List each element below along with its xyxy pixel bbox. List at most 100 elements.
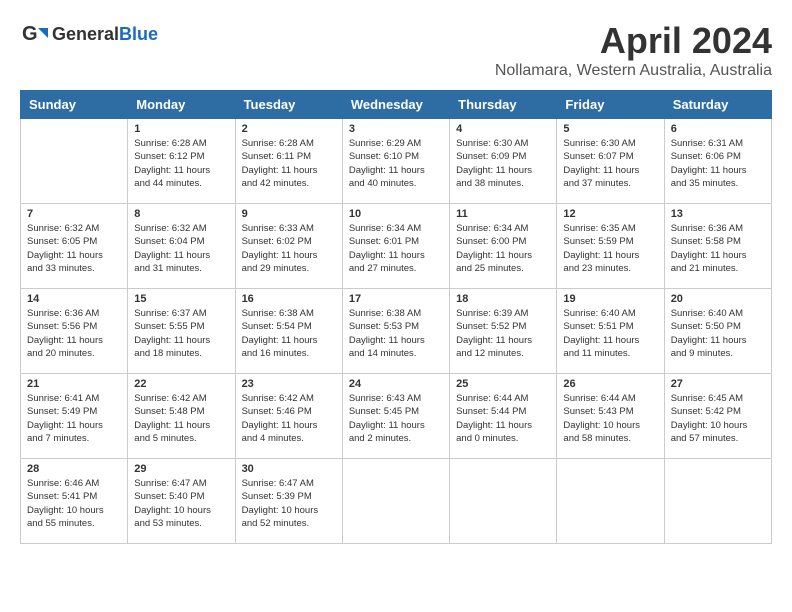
day-info: Sunrise: 6:44 AM Sunset: 5:43 PM Dayligh… <box>563 392 657 445</box>
calendar-cell: 20 Sunrise: 6:40 AM Sunset: 5:50 PM Dayli… <box>664 289 771 374</box>
weekday-header: Tuesday <box>235 91 342 119</box>
week-row: 7Sunrise: 6:32 AM Sunset: 6:05 PM Daylig… <box>21 204 772 289</box>
day-info: Sunrise: 6:29 AM Sunset: 6:10 PM Dayligh… <box>349 137 443 190</box>
day-info: Sunrise: 6:41 AM Sunset: 5:49 PM Dayligh… <box>27 392 121 445</box>
calendar-cell: 23 Sunrise: 6:42 AM Sunset: 5:46 PM Dayli… <box>235 374 342 459</box>
day-number: 9 <box>242 208 336 220</box>
day-number: 27 <box>671 378 765 390</box>
day-info: Sunrise: 6:34 AM Sunset: 6:01 PM Dayligh… <box>349 222 443 275</box>
day-number: 6 <box>671 123 765 135</box>
calendar-cell <box>21 119 128 204</box>
calendar-cell: 19Sunrise: 6:40 AM Sunset: 5:51 PM Dayli… <box>557 289 664 374</box>
calendar-cell <box>342 459 449 544</box>
day-info: Sunrise: 6:34 AM Sunset: 6:00 PM Dayligh… <box>456 222 550 275</box>
calendar-cell: 3Sunrise: 6:29 AM Sunset: 6:10 PM Daylig… <box>342 119 449 204</box>
day-info: Sunrise: 6:47 AM Sunset: 5:39 PM Dayligh… <box>242 477 336 530</box>
day-number: 5 <box>563 123 657 135</box>
day-number: 13 <box>671 208 765 220</box>
day-number: 15 <box>134 293 228 305</box>
calendar-cell: 12 Sunrise: 6:35 AM Sunset: 5:59 PM Dayli… <box>557 204 664 289</box>
calendar-cell: 24Sunrise: 6:43 AM Sunset: 5:45 PM Dayli… <box>342 374 449 459</box>
calendar-cell: 4Sunrise: 6:30 AM Sunset: 6:09 PM Daylig… <box>450 119 557 204</box>
day-number: 14 <box>27 293 121 305</box>
day-number: 10 <box>349 208 443 220</box>
logo: G GeneralBlue <box>20 20 158 48</box>
day-info: Sunrise: 6:40 AM Sunset: 5:51 PM Dayligh… <box>563 307 657 360</box>
day-info: Sunrise: 6:30 AM Sunset: 6:07 PM Dayligh… <box>563 137 657 190</box>
calendar-cell <box>450 459 557 544</box>
month-title: April 2024 <box>495 20 772 62</box>
calendar-cell: 1Sunrise: 6:28 AM Sunset: 6:12 PM Daylig… <box>128 119 235 204</box>
logo-icon: G <box>20 20 48 48</box>
logo-general-text: General <box>52 24 119 44</box>
day-number: 24 <box>349 378 443 390</box>
day-info: Sunrise: 6:37 AM Sunset: 5:55 PM Dayligh… <box>134 307 228 360</box>
calendar-cell: 17 Sunrise: 6:38 AM Sunset: 5:53 PM Dayli… <box>342 289 449 374</box>
day-number: 12 <box>563 208 657 220</box>
day-number: 26 <box>563 378 657 390</box>
title-section: April 2024 Nollamara, Western Australia,… <box>495 20 772 80</box>
day-number: 23 <box>242 378 336 390</box>
calendar-cell: 29 Sunrise: 6:47 AM Sunset: 5:40 PM Dayli… <box>128 459 235 544</box>
day-number: 25 <box>456 378 550 390</box>
calendar-cell: 13 Sunrise: 6:36 AM Sunset: 5:58 PM Dayli… <box>664 204 771 289</box>
day-number: 7 <box>27 208 121 220</box>
calendar-cell: 2 Sunrise: 6:28 AM Sunset: 6:11 PM Daylig… <box>235 119 342 204</box>
day-info: Sunrise: 6:36 AM Sunset: 5:58 PM Dayligh… <box>671 222 765 275</box>
calendar-cell: 21 Sunrise: 6:41 AM Sunset: 5:49 PM Dayli… <box>21 374 128 459</box>
page-header: G GeneralBlue April 2024 Nollamara, West… <box>20 20 772 80</box>
day-number: 2 <box>242 123 336 135</box>
calendar-cell: 14 Sunrise: 6:36 AM Sunset: 5:56 PM Dayli… <box>21 289 128 374</box>
week-row: 21 Sunrise: 6:41 AM Sunset: 5:49 PM Dayli… <box>21 374 772 459</box>
day-number: 17 <box>349 293 443 305</box>
week-row: 28Sunrise: 6:46 AM Sunset: 5:41 PM Dayli… <box>21 459 772 544</box>
day-number: 8 <box>134 208 228 220</box>
day-info: Sunrise: 6:44 AM Sunset: 5:44 PM Dayligh… <box>456 392 550 445</box>
calendar-cell: 30 Sunrise: 6:47 AM Sunset: 5:39 PM Dayli… <box>235 459 342 544</box>
logo-blue-text: Blue <box>119 24 158 44</box>
weekday-header: Monday <box>128 91 235 119</box>
day-number: 29 <box>134 463 228 475</box>
calendar-cell: 8 Sunrise: 6:32 AM Sunset: 6:04 PM Daylig… <box>128 204 235 289</box>
weekday-header: Wednesday <box>342 91 449 119</box>
day-info: Sunrise: 6:40 AM Sunset: 5:50 PM Dayligh… <box>671 307 765 360</box>
weekday-header: Saturday <box>664 91 771 119</box>
day-info: Sunrise: 6:38 AM Sunset: 5:54 PM Dayligh… <box>242 307 336 360</box>
weekday-header: Friday <box>557 91 664 119</box>
calendar-cell: 27 Sunrise: 6:45 AM Sunset: 5:42 PM Dayli… <box>664 374 771 459</box>
day-info: Sunrise: 6:42 AM Sunset: 5:46 PM Dayligh… <box>242 392 336 445</box>
calendar-cell: 11 Sunrise: 6:34 AM Sunset: 6:00 PM Dayli… <box>450 204 557 289</box>
day-number: 21 <box>27 378 121 390</box>
calendar-cell: 15 Sunrise: 6:37 AM Sunset: 5:55 PM Dayli… <box>128 289 235 374</box>
day-info: Sunrise: 6:28 AM Sunset: 6:12 PM Dayligh… <box>134 137 228 190</box>
calendar-cell: 18Sunrise: 6:39 AM Sunset: 5:52 PM Dayli… <box>450 289 557 374</box>
calendar-cell: 28Sunrise: 6:46 AM Sunset: 5:41 PM Dayli… <box>21 459 128 544</box>
calendar-cell: 22Sunrise: 6:42 AM Sunset: 5:48 PM Dayli… <box>128 374 235 459</box>
week-row: 14 Sunrise: 6:36 AM Sunset: 5:56 PM Dayli… <box>21 289 772 374</box>
calendar-table: SundayMondayTuesdayWednesdayThursdayFrid… <box>20 90 772 544</box>
day-info: Sunrise: 6:36 AM Sunset: 5:56 PM Dayligh… <box>27 307 121 360</box>
day-info: Sunrise: 6:35 AM Sunset: 5:59 PM Dayligh… <box>563 222 657 275</box>
weekday-header: Sunday <box>21 91 128 119</box>
day-number: 30 <box>242 463 336 475</box>
day-info: Sunrise: 6:28 AM Sunset: 6:11 PM Dayligh… <box>242 137 336 190</box>
day-number: 16 <box>242 293 336 305</box>
week-row: 1Sunrise: 6:28 AM Sunset: 6:12 PM Daylig… <box>21 119 772 204</box>
day-info: Sunrise: 6:33 AM Sunset: 6:02 PM Dayligh… <box>242 222 336 275</box>
calendar-cell <box>664 459 771 544</box>
day-number: 20 <box>671 293 765 305</box>
calendar-cell: 7Sunrise: 6:32 AM Sunset: 6:05 PM Daylig… <box>21 204 128 289</box>
day-number: 28 <box>27 463 121 475</box>
day-info: Sunrise: 6:38 AM Sunset: 5:53 PM Dayligh… <box>349 307 443 360</box>
day-number: 22 <box>134 378 228 390</box>
day-info: Sunrise: 6:32 AM Sunset: 6:04 PM Dayligh… <box>134 222 228 275</box>
calendar-cell: 5 Sunrise: 6:30 AM Sunset: 6:07 PM Daylig… <box>557 119 664 204</box>
calendar-cell: 6Sunrise: 6:31 AM Sunset: 6:06 PM Daylig… <box>664 119 771 204</box>
day-number: 18 <box>456 293 550 305</box>
day-info: Sunrise: 6:30 AM Sunset: 6:09 PM Dayligh… <box>456 137 550 190</box>
day-number: 11 <box>456 208 550 220</box>
day-info: Sunrise: 6:47 AM Sunset: 5:40 PM Dayligh… <box>134 477 228 530</box>
calendar-cell: 25 Sunrise: 6:44 AM Sunset: 5:44 PM Dayli… <box>450 374 557 459</box>
calendar-cell: 16 Sunrise: 6:38 AM Sunset: 5:54 PM Dayli… <box>235 289 342 374</box>
day-info: Sunrise: 6:45 AM Sunset: 5:42 PM Dayligh… <box>671 392 765 445</box>
